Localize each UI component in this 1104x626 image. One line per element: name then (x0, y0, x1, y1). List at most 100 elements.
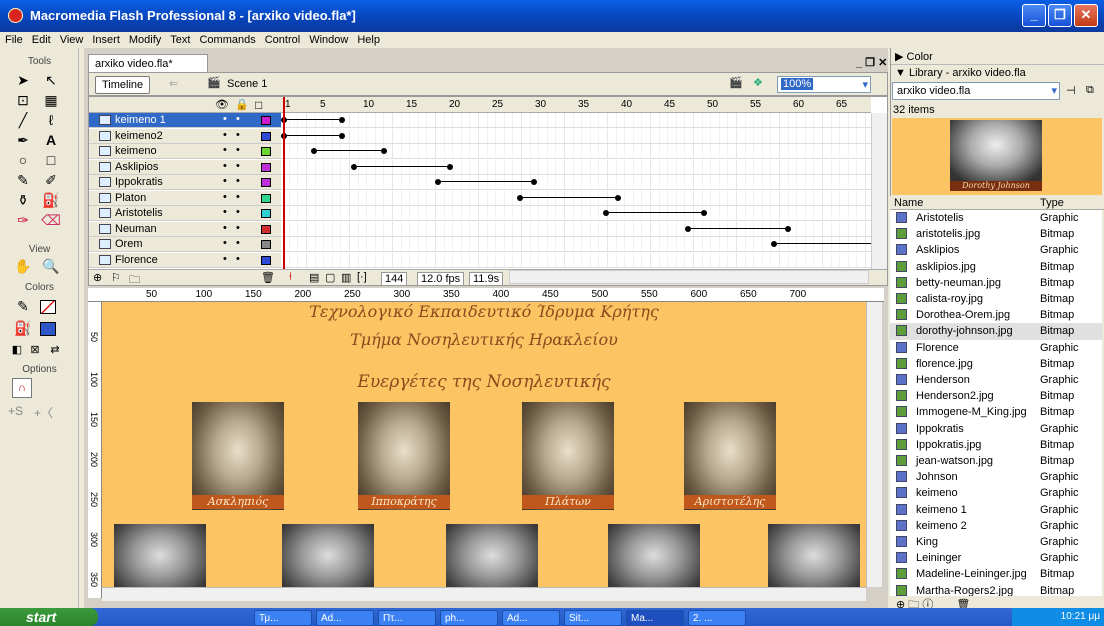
library-item[interactable]: Immogene-M_King.jpg Bitmap (890, 404, 1102, 420)
brush-tool-icon[interactable]: ✐ (40, 170, 62, 190)
snap-magnet-icon[interactable]: ∩ (12, 378, 32, 398)
library-item[interactable]: Henderson Graphic (890, 372, 1102, 388)
layer-outline-color[interactable] (261, 116, 271, 125)
task-item-5[interactable]: Ad... (502, 610, 560, 626)
library-item[interactable]: aristotelis.jpg Bitmap (890, 226, 1102, 242)
color-panel-header[interactable]: ▶ Color (891, 48, 1104, 64)
outline-icon[interactable]: □ (255, 98, 262, 112)
keyframe[interactable] (785, 225, 791, 232)
layer-outline-color[interactable] (261, 224, 271, 234)
keyframe[interactable] (701, 210, 707, 216)
layer-row[interactable]: Ippokratis • • (89, 175, 281, 190)
zoom-select[interactable]: 100% ▾ (777, 76, 871, 93)
keyframe[interactable] (615, 194, 621, 201)
eyedropper-tool-icon[interactable]: ✑ (12, 210, 34, 230)
task-item-3[interactable]: Πτ... (378, 610, 436, 626)
keyframe[interactable] (339, 132, 345, 139)
rectangle-tool-icon[interactable]: □ (40, 150, 62, 170)
task-item-8[interactable]: 2. ... (688, 610, 746, 626)
fill-color-icon[interactable]: ⛽ (12, 318, 34, 338)
stage-hscroll[interactable] (102, 587, 866, 601)
edit-scene-icon[interactable]: 🎬 (729, 76, 743, 89)
frame-row[interactable] (281, 221, 873, 237)
library-item[interactable]: asklipios.jpg Bitmap (890, 259, 1102, 275)
library-document-select[interactable]: arxiko video.fla ▾ (892, 82, 1060, 100)
menu-control[interactable]: Control (260, 32, 304, 46)
new-library-icon[interactable]: ⧉ (1086, 84, 1094, 97)
layer-outline-color[interactable] (261, 162, 271, 172)
keyframe[interactable] (685, 225, 691, 232)
start-button[interactable]: start (0, 608, 98, 626)
layer-outline-color[interactable] (261, 255, 271, 265)
insert-layer-icon[interactable]: ⊕ (93, 271, 102, 284)
menu-view[interactable]: View (55, 32, 88, 46)
layer-outline-color[interactable] (261, 240, 271, 249)
layer-visibility-dots[interactable]: • • (223, 237, 240, 249)
document-tab[interactable]: arxiko video.fla* (88, 54, 208, 72)
onion-skin-icon[interactable]: ▤ (309, 271, 319, 284)
layer-row[interactable]: keimeno • • (89, 144, 281, 159)
frame-row[interactable] (281, 190, 873, 206)
free-transform-tool-icon[interactable]: ⊡ (12, 90, 34, 110)
col-name-header[interactable]: Name (894, 197, 923, 209)
layer-outline-color[interactable] (261, 178, 271, 187)
layer-row[interactable]: Aristotelis • • (89, 206, 281, 221)
library-item[interactable]: Madeline-Leininger.jpg Bitmap (890, 566, 1102, 582)
layer-visibility-dots[interactable]: • • (223, 253, 240, 265)
no-color-swatch[interactable] (40, 300, 56, 314)
pencil-tool-icon[interactable]: ✎ (12, 170, 34, 190)
layer-row[interactable]: Florence • • (89, 252, 281, 268)
layer-visibility-dots[interactable]: • • (223, 144, 240, 156)
menu-edit[interactable]: Edit (27, 32, 55, 46)
fill-color-swatch[interactable] (40, 322, 56, 336)
library-panel-header[interactable]: ▼ Library - arxiko video.fla (891, 64, 1104, 80)
library-item[interactable]: betty-neuman.jpg Bitmap (890, 275, 1102, 291)
frame-row[interactable] (281, 175, 873, 190)
onion-markers-icon[interactable]: [·] (357, 271, 367, 283)
keyframe[interactable] (771, 241, 777, 247)
lock-icon[interactable]: 🔒 (235, 98, 249, 111)
layer-row[interactable]: keimeno2 • • (89, 128, 281, 144)
keyframe[interactable] (381, 148, 387, 154)
paint-bucket-tool-icon[interactable]: ⛽ (40, 190, 62, 210)
library-item[interactable]: Florence Graphic (890, 340, 1102, 356)
onion-outline-icon[interactable]: ▢ (325, 271, 335, 284)
frame-row[interactable] (281, 206, 873, 221)
layer-row[interactable]: Platon • • (89, 190, 281, 206)
fill-transform-tool-icon[interactable]: ▦ (40, 90, 62, 110)
delete-layer-icon[interactable]: 🗑 (261, 271, 275, 284)
lasso-tool-icon[interactable]: ℓ (40, 110, 62, 130)
library-item[interactable]: Johnson Graphic (890, 469, 1102, 485)
close-button[interactable]: ✕ (1074, 4, 1098, 27)
library-item[interactable]: Dorothea-Orem.jpg Bitmap (890, 307, 1102, 323)
task-item-1[interactable]: Τμ... (254, 610, 312, 626)
smooth-icon[interactable]: +S (8, 404, 23, 418)
layer-outline-color[interactable] (261, 209, 271, 218)
eraser-tool-icon[interactable]: ⌫ (40, 210, 62, 230)
keyframe[interactable] (447, 163, 453, 170)
task-item-2[interactable]: Ad... (316, 610, 374, 626)
frame-row[interactable] (281, 252, 873, 268)
pen-tool-icon[interactable]: ✒ (12, 130, 34, 150)
selection-tool-icon[interactable]: ➤ (12, 70, 34, 90)
zoom-tool-icon[interactable]: 🔍 (40, 256, 62, 276)
menu-window[interactable]: Window (304, 32, 352, 46)
layer-visibility-dots[interactable]: • • (223, 113, 240, 125)
maximize-button[interactable]: ❐ (1048, 4, 1072, 27)
frame-row[interactable] (281, 159, 873, 175)
layer-row[interactable]: Asklipios • • (89, 159, 281, 175)
layer-row[interactable]: keimeno 1 • • (89, 113, 281, 128)
doc-window-controls[interactable]: _ ❐ ✕ (856, 56, 887, 69)
text-tool-icon[interactable]: A (40, 130, 62, 150)
hand-tool-icon[interactable]: ✋ (12, 256, 34, 276)
library-item[interactable]: Leininger Graphic (890, 550, 1102, 566)
keyframe[interactable] (531, 179, 537, 185)
stage-vscroll[interactable] (866, 302, 882, 587)
minimize-button[interactable]: _ (1022, 4, 1046, 27)
library-item[interactable]: King Graphic (890, 534, 1102, 550)
layer-visibility-dots[interactable]: • • (223, 129, 240, 141)
ink-bottle-tool-icon[interactable]: ⚱ (12, 190, 34, 210)
edit-frames-icon[interactable]: ▥ (341, 271, 351, 284)
swap-colors-icon[interactable]: ⇄ (44, 340, 66, 360)
playhead[interactable] (283, 97, 285, 269)
